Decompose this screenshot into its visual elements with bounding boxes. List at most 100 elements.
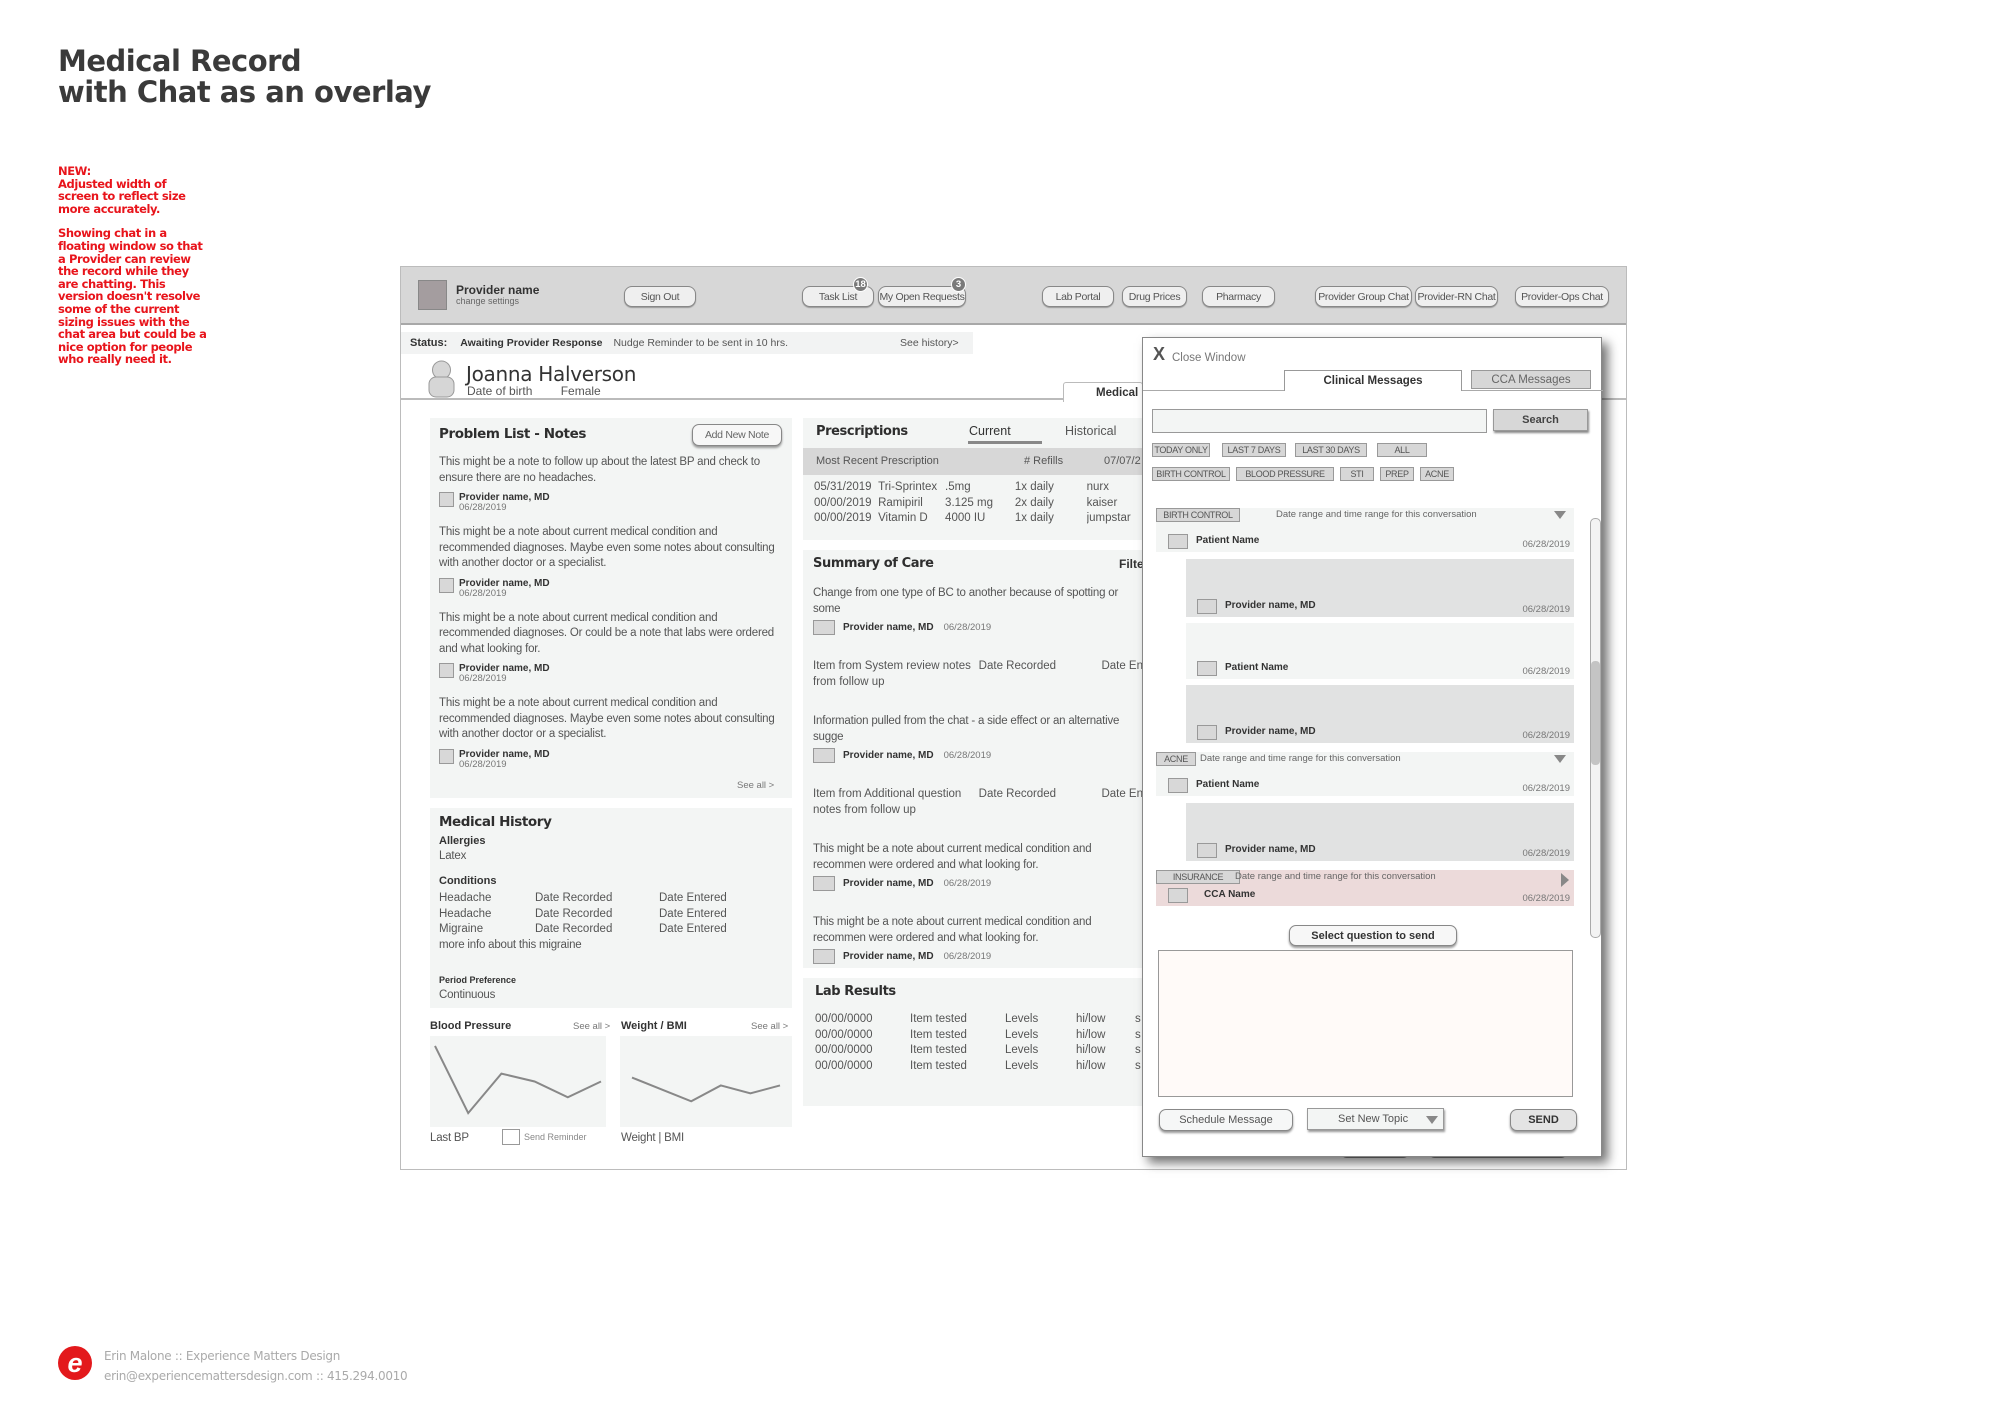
weight-bmi-title: Weight / BMI bbox=[621, 1020, 687, 1032]
message-date: 06/28/2019 bbox=[1522, 539, 1570, 550]
note-text: This might be a note about current medic… bbox=[439, 611, 774, 655]
provider-ops-chat-button[interactable]: Provider-Ops Chat bbox=[1515, 286, 1609, 307]
author-avatar bbox=[439, 492, 454, 507]
lab-result-row[interactable]: 00/00/0000 Item tested Levels hi/low s bbox=[815, 1028, 1145, 1044]
condition-entered: Date Entered bbox=[659, 923, 727, 935]
tab-medical[interactable]: Medical bbox=[1063, 382, 1143, 402]
chat-message[interactable]: Patient Name 06/28/2019 bbox=[1186, 623, 1574, 679]
summary-filter[interactable]: Filte bbox=[1119, 557, 1144, 571]
lab-result-row[interactable]: 00/00/0000 Item tested Levels hi/low s bbox=[815, 1059, 1145, 1075]
send-button[interactable]: SEND bbox=[1510, 1109, 1577, 1131]
chat-scrollbar-thumb[interactable] bbox=[1591, 661, 1600, 766]
chat-message[interactable]: Patient Name 06/28/2019 bbox=[1156, 526, 1574, 552]
author-avatar bbox=[439, 663, 454, 678]
schedule-message-button[interactable]: Schedule Message bbox=[1159, 1109, 1293, 1131]
note-author-block: Provider name, MD 06/28/2019 bbox=[459, 578, 550, 599]
message-date: 06/28/2019 bbox=[1522, 848, 1570, 859]
task-list-badge: 18 bbox=[853, 277, 868, 292]
brand-logo-icon: e bbox=[58, 1346, 92, 1380]
prescription-dose: 4000 IU bbox=[945, 512, 986, 524]
problem-note: This might be a note to follow up about … bbox=[439, 455, 784, 513]
note-meta: Provider name, MD 06/28/2019 bbox=[439, 748, 784, 770]
close-window-link[interactable]: Close Window bbox=[1172, 352, 1246, 364]
select-question-button[interactable]: Select question to send bbox=[1289, 925, 1457, 946]
collapse-triangle-icon[interactable] bbox=[1554, 511, 1566, 519]
sign-out-button[interactable]: Sign Out bbox=[624, 286, 696, 307]
condition-entered: Date Entered bbox=[659, 892, 727, 904]
chat-search-button[interactable]: Search bbox=[1493, 409, 1588, 431]
date-filter-chip[interactable]: ALL bbox=[1377, 443, 1427, 457]
collapse-triangle-icon[interactable] bbox=[1554, 755, 1566, 763]
lab-date: 00/00/0000 bbox=[815, 1028, 873, 1041]
lab-range: hi/low bbox=[1076, 1044, 1106, 1056]
summary-item: This might be a note about current medic… bbox=[813, 915, 1143, 964]
prescription-row[interactable]: 00/00/2019 Vitamin D 4000 IU 1x daily jumpst… bbox=[814, 511, 1144, 527]
summary-record: Item from System review notes from follo… bbox=[813, 659, 1143, 690]
add-new-note-button[interactable]: Add New Note bbox=[692, 424, 782, 446]
chat-scrollbar-track[interactable] bbox=[1590, 518, 1601, 938]
lab-results-panel: Lab Results 00/00/0000 Item tested Levels h… bbox=[803, 978, 1143, 1106]
problem-note: This might be a note about current medic… bbox=[439, 611, 784, 684]
chat-message[interactable]: Provider name, MD 06/28/2019 bbox=[1186, 803, 1574, 861]
topic-filter-chip[interactable]: PREP bbox=[1380, 467, 1414, 481]
expand-triangle-icon[interactable] bbox=[1561, 873, 1569, 887]
send-reminder-checkbox[interactable] bbox=[502, 1129, 520, 1145]
condition-more-info[interactable]: more info about this migraine bbox=[439, 938, 582, 954]
drug-prices-button[interactable]: Drug Prices bbox=[1122, 286, 1187, 307]
note-text: This might be a note about current medic… bbox=[439, 697, 775, 740]
lab-result-row[interactable]: 00/00/0000 Item tested Levels hi/low s bbox=[815, 1043, 1145, 1059]
lab-results-title: Lab Results bbox=[815, 984, 896, 999]
weight-bmi-footer: Weight | BMI bbox=[621, 1132, 685, 1144]
topic-filter-chip[interactable]: BLOOD PRESSURE bbox=[1236, 467, 1334, 481]
close-icon[interactable]: X bbox=[1153, 344, 1165, 365]
chat-message[interactable]: Provider name, MD 06/28/2019 bbox=[1186, 559, 1574, 617]
see-history-link[interactable]: See history> bbox=[900, 337, 959, 349]
chat-message[interactable]: Provider name, MD 06/28/2019 bbox=[1186, 685, 1574, 743]
provider-group-chat-button[interactable]: Provider Group Chat bbox=[1315, 286, 1412, 307]
problem-note: This might be a note about current medic… bbox=[439, 696, 784, 770]
provider-rn-chat-button[interactable]: Provider-RN Chat bbox=[1415, 286, 1498, 307]
pharmacy-button[interactable]: Pharmacy bbox=[1202, 286, 1275, 307]
note-author-block: Provider name, MD 06/28/2019 bbox=[459, 492, 550, 513]
note-meta: Provider name, MD 06/28/2019 bbox=[439, 663, 784, 684]
message-textarea[interactable] bbox=[1158, 950, 1573, 1097]
problem-list-see-all[interactable]: See all > bbox=[737, 780, 774, 791]
lab-range: hi/low bbox=[1076, 1013, 1106, 1025]
change-settings-link[interactable]: change settings bbox=[456, 296, 519, 306]
set-new-topic-select[interactable]: Set New Topic bbox=[1307, 1108, 1444, 1130]
problem-list-title: Problem List - Notes bbox=[439, 426, 586, 442]
tab-cca-messages[interactable]: CCA Messages bbox=[1471, 370, 1591, 389]
lab-range: hi/low bbox=[1076, 1059, 1106, 1072]
conversation-list: BIRTH CONTROL Date range and time range f… bbox=[1156, 508, 1576, 918]
lab-portal-button[interactable]: Lab Portal bbox=[1042, 286, 1114, 307]
blood-pressure-see-all[interactable]: See all > bbox=[573, 1021, 610, 1032]
provider-avatar[interactable] bbox=[418, 280, 447, 310]
prescription-row[interactable]: 05/31/2019 Tri-Sprintex .5mg 1x daily nurx bbox=[814, 480, 1144, 496]
weight-bmi-see-all[interactable]: See all > bbox=[751, 1021, 788, 1032]
topic-filter-chip[interactable]: ACNE bbox=[1420, 467, 1454, 481]
topic-filter-chip[interactable]: BIRTH CONTROL bbox=[1152, 467, 1230, 481]
tab-historical[interactable]: Historical bbox=[1065, 424, 1116, 438]
chat-message[interactable]: CCA Name 06/28/2019 bbox=[1156, 888, 1574, 906]
sparkline-path bbox=[434, 1045, 602, 1115]
prescriptions-panel: Prescriptions Current Historical Most Re… bbox=[803, 418, 1143, 540]
prescription-drug: Tri-Sprintex bbox=[878, 481, 938, 493]
tab-clinical-messages[interactable]: Clinical Messages bbox=[1284, 370, 1462, 391]
date-filter-chip[interactable]: LAST 30 DAYS bbox=[1295, 443, 1367, 457]
prescription-row[interactable]: 00/00/2019 Ramipiril 3.125 mg 2x daily kaise… bbox=[814, 496, 1144, 512]
lab-levels: Levels bbox=[1005, 1059, 1039, 1072]
date-filter-chip[interactable]: LAST 7 DAYS bbox=[1222, 443, 1286, 457]
topic-filter-chip[interactable]: STI bbox=[1340, 467, 1374, 481]
condition-name: Migraine bbox=[439, 923, 484, 935]
conditions-list: Headache Date Recorded Date Entered Headach… bbox=[439, 891, 779, 938]
chat-message[interactable]: Patient Name 06/28/2019 bbox=[1156, 770, 1574, 796]
allergies-label: Allergies bbox=[439, 835, 486, 847]
prescriptions-table-header: Most Recent Prescription # Refills 07/07… bbox=[803, 448, 1143, 475]
date-filter-chip[interactable]: TODAY ONLY bbox=[1152, 443, 1210, 457]
lab-result-row[interactable]: 00/00/0000 Item tested Levels hi/low s bbox=[815, 1012, 1145, 1028]
tab-current[interactable]: Current bbox=[969, 424, 1011, 438]
lab-results-rows: 00/00/0000 Item tested Levels hi/low s 00/00/… bbox=[815, 1012, 1145, 1074]
message-date: 06/28/2019 bbox=[1522, 666, 1570, 677]
chat-search-input[interactable] bbox=[1152, 409, 1487, 433]
conversation-date-range: Date range and time range for this conve… bbox=[1235, 871, 1436, 882]
